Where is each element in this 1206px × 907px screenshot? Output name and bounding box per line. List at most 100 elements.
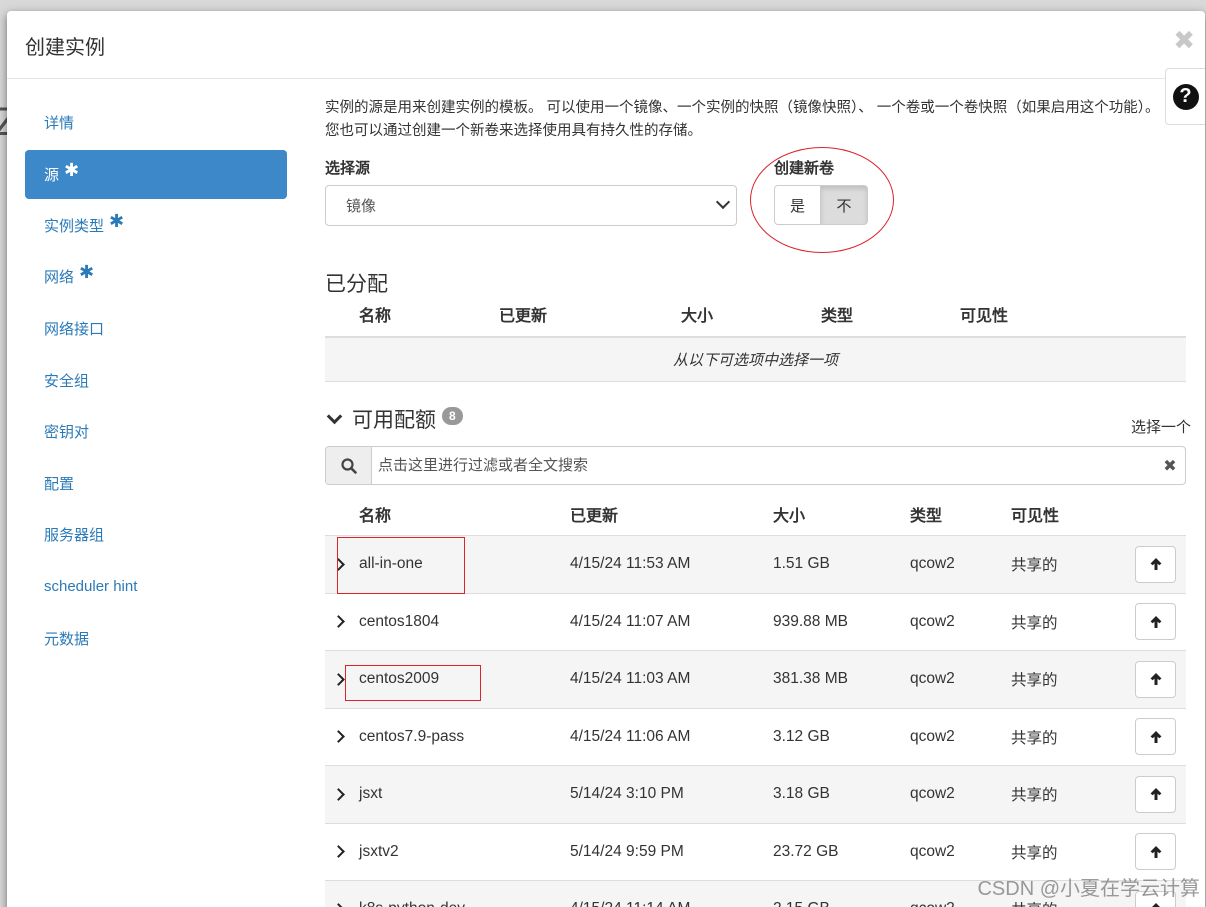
sidebar-item-label: 密钥对 [44,424,90,442]
source-select-value: 镜像 [346,198,377,215]
create-instance-modal: 创建实例 ✖ 详情源 ✱ 实例类型 ✱ 网络 ✱ 网络接口 安全组 密钥对 配置 服务器组 sched… [7,11,1205,907]
annotation-box [337,537,465,594]
allocate-button[interactable] [1135,718,1176,756]
search-bar: ✖ [325,446,1186,485]
row-updated: 5/14/24 9:59 PM [570,842,684,860]
available-count-badge: 8 [442,407,463,425]
allocated-col-updated: 已更新 [499,308,548,325]
row-type: qcow2 [910,727,955,745]
search-input[interactable] [372,457,1155,474]
row-size: 3.18 GB [773,785,830,803]
sidebar-item-label: 实例类型 [44,217,105,235]
row-visibility: 共享的 [1011,787,1058,805]
sidebar-item-label: 网络 [44,269,75,287]
row-size: 23.72 GB [773,842,839,860]
annotation-ellipse [750,147,894,253]
sidebar-item[interactable]: 网络接口 [25,303,287,355]
row-type: qcow2 [910,612,955,630]
row-name: jsxt [359,785,383,803]
required-asterisk-icon: ✱ [109,210,125,231]
allocated-col-visibility: 可见性 [960,308,1009,325]
sidebar-item-label: 元数据 [44,630,90,648]
row-updated: 4/15/24 11:03 AM [570,670,691,688]
chevron-right-icon[interactable] [332,730,345,744]
close-icon[interactable]: ✖ [1173,27,1195,53]
row-type: qcow2 [910,670,955,688]
available-col-name: 名称 [359,508,392,525]
table-row: centos1804 4/15/24 11:07 AM 939.88 MB qcow2… [325,592,1186,651]
row-visibility: 共享的 [1011,614,1058,632]
clear-icon[interactable]: ✖ [1155,456,1185,476]
question-circle-icon: ? [1172,83,1199,110]
row-name: centos1804 [359,612,440,630]
row-visibility: 共享的 [1011,844,1058,862]
sidebar-item[interactable]: 实例类型 ✱ [25,200,287,252]
row-size: 1.51 GB [773,555,830,573]
source-select[interactable]: 镜像 [325,185,737,226]
wizard-sidebar: 详情源 ✱ 实例类型 ✱ 网络 ✱ 网络接口 安全组 密钥对 配置 服务器组 scheduler hi… [25,97,287,664]
select-source-label: 选择源 [325,160,371,177]
table-row: centos7.9-pass 4/15/24 11:06 AM 3.12 GB qco… [325,707,1186,766]
sidebar-item[interactable]: 源 ✱ [25,149,287,199]
source-description: 实例的源是用来创建实例的模板。 可以使用一个镜像、一个实例的快照（镜像快照）、 … [325,100,1160,139]
allocate-button[interactable] [1135,545,1176,583]
sidebar-item[interactable]: 服务器组 [25,509,287,561]
available-col-visibility: 可见性 [1011,508,1060,525]
allocated-col-size: 大小 [681,308,714,325]
select-one-text: 选择一个 [1130,419,1191,436]
chevron-right-icon[interactable] [332,672,345,686]
sidebar-item[interactable]: 详情 [25,97,287,149]
row-updated: 4/15/24 11:06 AM [570,727,691,745]
arrow-up-icon [1150,730,1161,743]
row-size: 3.12 GB [773,727,830,745]
arrow-up-icon [1150,845,1161,858]
row-size: 381.38 MB [773,670,848,688]
available-col-type: 类型 [910,508,943,525]
allocated-empty-text: 从以下可选项中选择一项 [672,352,838,369]
allocate-button[interactable] [1135,833,1176,871]
row-type: qcow2 [910,555,955,573]
row-type: qcow2 [910,785,955,803]
sidebar-item[interactable]: scheduler hint [25,561,287,613]
row-size: 939.88 MB [773,612,848,630]
chevron-right-icon[interactable] [332,615,345,629]
modal-header: 创建实例 ✖ [7,11,1205,79]
sidebar-item-label: 源 [44,166,60,184]
sidebar-item[interactable]: 元数据 [25,612,287,664]
available-header: 名称 已更新 大小 类型 可见性 [325,493,1186,535]
allocated-empty-row: 从以下可选项中选择一项 [325,336,1186,382]
allocate-button[interactable] [1135,775,1176,813]
row-name: k8s-python-dev [359,900,465,907]
row-updated: 4/15/24 11:53 AM [570,555,691,573]
row-type: qcow2 [910,842,955,860]
row-visibility: 共享的 [1011,557,1058,575]
allocate-button[interactable] [1135,660,1176,698]
sidebar-item-label: 服务器组 [44,527,105,545]
sidebar-item[interactable]: 网络 ✱ [25,251,287,303]
required-asterisk-icon: ✱ [64,159,80,180]
row-visibility: 共享的 [1011,729,1058,747]
sidebar-item-label: 网络接口 [44,321,105,339]
row-updated: 4/15/24 11:14 AM [570,900,690,907]
row-updated: 5/14/24 3:10 PM [570,785,684,803]
allocate-button[interactable] [1135,603,1176,641]
modal-title: 创建实例 [25,37,105,59]
row-visibility: 共享的 [1011,672,1058,690]
available-toggle[interactable]: 可用配额 8 [325,404,463,434]
table-row: jsxt 5/14/24 3:10 PM 3.18 GB qcow2 共享的 [325,765,1186,823]
chevron-right-icon[interactable] [332,845,345,859]
sidebar-item[interactable]: 配置 [25,458,287,510]
chevron-right-icon[interactable] [332,902,345,907]
row-name: centos7.9-pass [359,727,465,745]
sidebar-item[interactable]: 安全组 [25,354,287,406]
sidebar-item[interactable]: 密钥对 [25,406,287,458]
arrow-up-icon [1150,788,1161,801]
arrow-up-icon [1151,903,1160,907]
available-col-size: 大小 [773,508,806,525]
row-type: qcow2 [910,900,955,907]
help-button[interactable]: ? [1165,68,1205,125]
row-size: 2.15 GB [773,900,830,907]
allocated-col-type: 类型 [821,308,854,325]
chevron-down-icon [326,408,343,424]
chevron-right-icon[interactable] [332,787,345,801]
